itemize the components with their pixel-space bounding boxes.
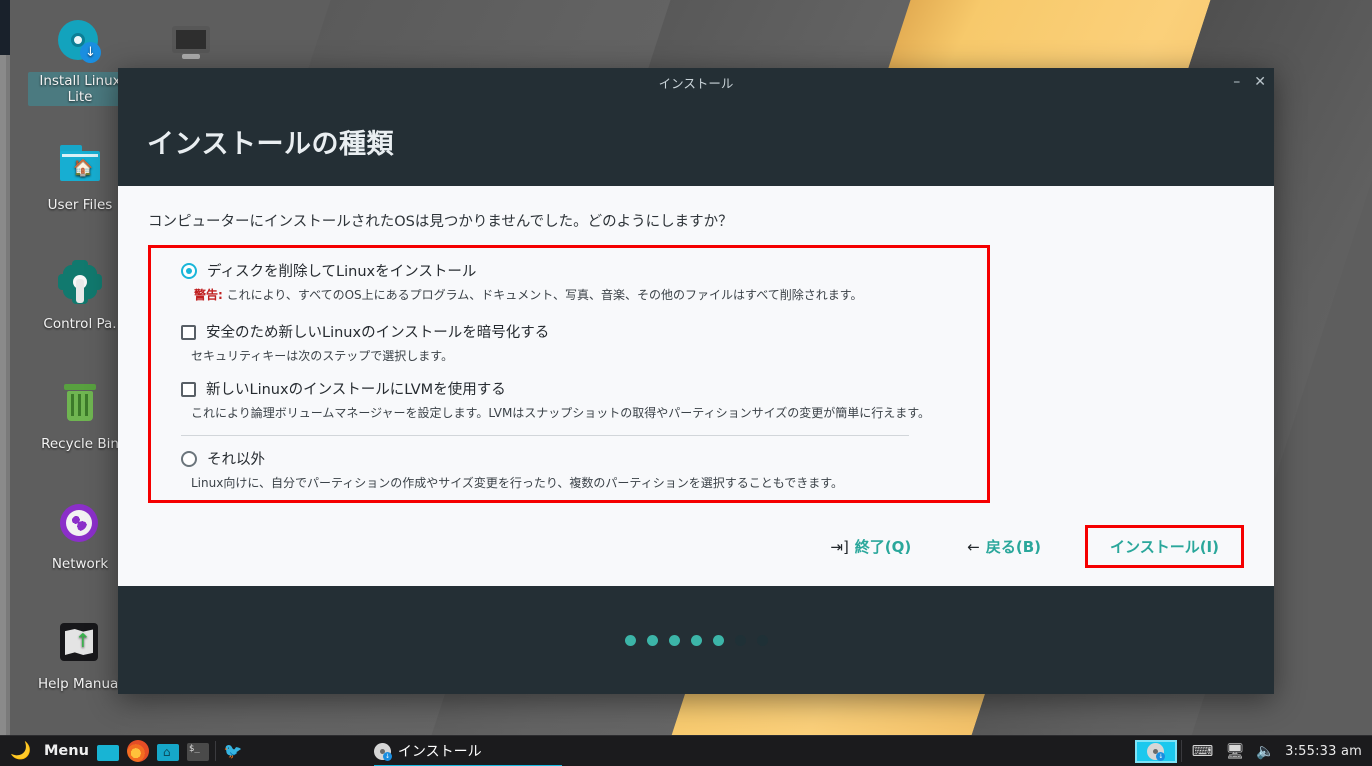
progress-dot bbox=[756, 634, 768, 646]
option-encrypt-description: セキュリティキーは次のステップで選択します。 bbox=[191, 349, 454, 363]
progress-dot bbox=[624, 634, 636, 646]
desktop-icon-label: Recycle Bin bbox=[41, 436, 119, 452]
window-titlebar[interactable]: インストール – ✕ bbox=[118, 68, 1274, 96]
desktop-icon-label: Install Linux Lite bbox=[28, 72, 132, 106]
minimize-icon[interactable]: – bbox=[1233, 75, 1240, 89]
close-icon[interactable]: ✕ bbox=[1254, 75, 1266, 89]
intro-text: コンピューターにインストールされたOSは見つかりませんでした。どのようにしますか… bbox=[148, 214, 733, 230]
option-erase-disk-description: 警告: これにより、すべてのOS上にあるプログラム、ドキュメント、写真、音楽、そ… bbox=[194, 287, 969, 303]
desktop: ↓ Install Linux Lite 🏠 User Files Contro… bbox=[0, 0, 1372, 766]
exit-icon: ⇥] bbox=[830, 537, 849, 556]
back-button-label: 戻る(B) bbox=[985, 538, 1041, 556]
desktop-icon-label: Network bbox=[51, 556, 109, 572]
monitor-icon[interactable]: 🖥 bbox=[1225, 743, 1244, 759]
map-book-icon: ↑ bbox=[56, 622, 104, 670]
radio-erase-disk[interactable] bbox=[181, 263, 197, 279]
desktop-icon-help-manual[interactable]: ↑ Help Manual bbox=[28, 622, 132, 692]
desktop-icon-label: User Files bbox=[47, 197, 113, 213]
arrow-left-icon: ← bbox=[967, 537, 980, 556]
taskbar: 🌙 Menu $_ 🐦 ↓ インストール ↓ ⌨ 🖥 bbox=[0, 735, 1372, 766]
option-label: それ以外 bbox=[207, 452, 265, 468]
desktop-icon-control-panel[interactable]: Control Pa. bbox=[28, 262, 132, 332]
taskbar-divider bbox=[214, 741, 216, 761]
system-tray: ⌨ 🖥 🔈 bbox=[1182, 743, 1285, 759]
install-button[interactable]: インストール(I) bbox=[1094, 530, 1235, 563]
window-title: インストール bbox=[658, 75, 734, 91]
trash-icon bbox=[56, 382, 104, 430]
display-icon[interactable] bbox=[96, 744, 119, 761]
quit-button-label: 終了(Q) bbox=[854, 538, 912, 556]
installer-window: インストール – ✕ インストールの種類 コンピューターにインストールされたOS… bbox=[118, 68, 1274, 694]
progress-dot bbox=[668, 634, 680, 646]
desktop-icon-label: Help Manual bbox=[37, 676, 123, 692]
taskbar-window-title: インストール bbox=[397, 744, 482, 760]
progress-dot bbox=[690, 634, 702, 646]
installer-content: コンピューターにインストールされたOSは見つかりませんでした。どのようにしますか… bbox=[118, 186, 1274, 586]
cd-install-icon: ↓ bbox=[373, 742, 392, 761]
progress-dot bbox=[734, 634, 746, 646]
option-erase-disk[interactable]: ディスクを削除してLinuxをインストール bbox=[181, 262, 969, 281]
option-label: 安全のため新しいLinuxのインストールを暗号化する bbox=[206, 325, 550, 341]
firefox-icon[interactable] bbox=[126, 740, 149, 762]
option-lvm-description: これにより論理ボリュームマネージャーを設定します。LVMはスナップショットの取得… bbox=[191, 406, 931, 420]
installer-footer bbox=[118, 586, 1274, 694]
terminal-icon[interactable]: $_ bbox=[186, 743, 209, 761]
option-something-else[interactable]: それ以外 bbox=[181, 450, 969, 469]
gear-wrench-icon bbox=[56, 262, 104, 310]
menu-button[interactable]: Menu bbox=[32, 736, 97, 766]
menu-button-label: Menu bbox=[44, 743, 89, 759]
folder-home-icon: 🏠 bbox=[56, 143, 104, 191]
page-title: インストールの種類 bbox=[147, 128, 394, 160]
radio-something-else[interactable] bbox=[181, 451, 197, 467]
progress-dot bbox=[646, 634, 658, 646]
monitor-decor-icon bbox=[168, 26, 214, 62]
warning-prefix: 警告: bbox=[194, 288, 223, 302]
option-use-lvm[interactable]: 新しいLinuxのインストールにLVMを使用する bbox=[181, 380, 969, 399]
checkbox-encrypt-install[interactable] bbox=[181, 325, 196, 340]
desktop-icon-network[interactable]: Network bbox=[28, 502, 132, 572]
bird-icon[interactable]: 🌙 bbox=[10, 740, 32, 762]
cd-install-icon: ↓ bbox=[1147, 742, 1166, 761]
install-button-highlight: インストール(I) bbox=[1085, 525, 1244, 568]
option-label: 新しいLinuxのインストールにLVMを使用する bbox=[206, 382, 506, 398]
checkbox-use-lvm[interactable] bbox=[181, 382, 196, 397]
warning-text: これにより、すべてのOS上にあるプログラム、ドキュメント、写真、音楽、その他のフ… bbox=[222, 288, 863, 302]
volume-icon[interactable]: 🔈 bbox=[1256, 743, 1275, 759]
back-button[interactable]: ← 戻る(B) bbox=[953, 528, 1055, 565]
progress-dot bbox=[712, 634, 724, 646]
option-encrypt-install[interactable]: 安全のため新しいLinuxのインストールを暗号化する bbox=[181, 323, 969, 342]
dialog-actions: ⇥] 終了(Q) ← 戻る(B) インストール(I) bbox=[816, 525, 1244, 568]
install-type-options-group: ディスクを削除してLinuxをインストール 警告: これにより、すべてのOS上に… bbox=[148, 245, 990, 503]
progress-dots bbox=[624, 634, 768, 646]
desktop-icon-recycle-bin[interactable]: Recycle Bin bbox=[28, 382, 132, 452]
install-button-label: インストール(I) bbox=[1110, 538, 1219, 556]
taskbar-window-item-installer[interactable]: ↓ インストール bbox=[364, 737, 562, 766]
clock[interactable]: 3:55:33 am bbox=[1285, 744, 1372, 759]
cd-install-icon: ↓ bbox=[56, 18, 104, 66]
window-header: インストールの種類 bbox=[118, 96, 1274, 186]
desktop-icon-label: Control Pa. bbox=[43, 316, 117, 332]
desktop-icon-install-linux-lite[interactable]: ↓ Install Linux Lite bbox=[28, 18, 132, 106]
option-label: ディスクを削除してLinuxをインストール bbox=[207, 264, 477, 280]
globe-icon bbox=[56, 502, 104, 550]
option-something-else-description: Linux向けに、自分でパーティションの作成やサイズ変更を行ったり、複数のパーテ… bbox=[191, 476, 844, 490]
options-divider bbox=[181, 435, 909, 436]
quit-button[interactable]: ⇥] 終了(Q) bbox=[816, 528, 925, 565]
file-manager-icon[interactable] bbox=[156, 744, 179, 761]
window-list-button[interactable]: ↓ bbox=[1134, 739, 1177, 763]
desktop-icon-user-files[interactable]: 🏠 User Files bbox=[28, 143, 132, 213]
bird-launcher-icon[interactable]: 🐦 bbox=[222, 740, 244, 762]
screen-left-edge-inner bbox=[0, 55, 6, 735]
keyboard-icon[interactable]: ⌨ bbox=[1192, 743, 1214, 759]
